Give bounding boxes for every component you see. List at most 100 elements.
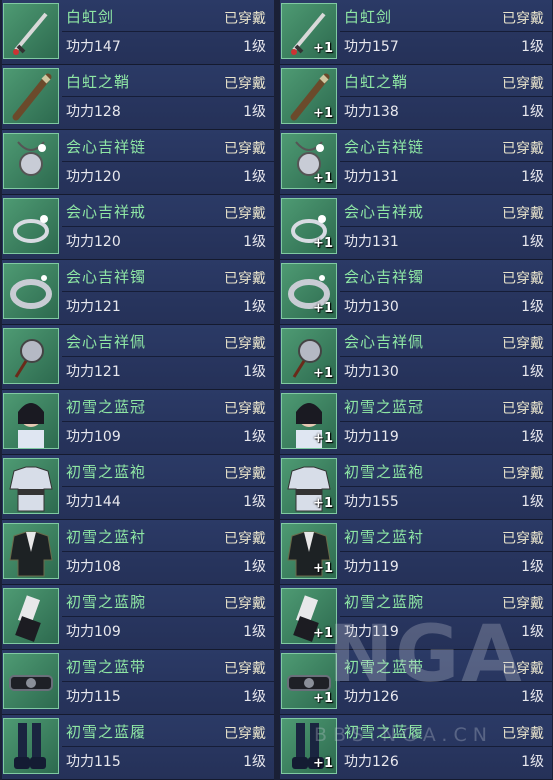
- bracelet-icon[interactable]: +1: [281, 263, 337, 319]
- item-name: 白虹之鞘: [344, 73, 409, 91]
- equipment-row[interactable]: +1 会心吉祥戒 已穿戴 功力131 1级: [280, 195, 552, 260]
- item-level: 1级: [243, 234, 266, 250]
- item-name: 会心吉祥戒: [344, 203, 425, 221]
- equipment-row[interactable]: +1 白虹之鞘 已穿戴 功力138 1级: [280, 65, 552, 130]
- upgrade-badge: +1: [313, 171, 333, 186]
- equipped-status: 已穿戴: [224, 596, 266, 612]
- power-value: 功力115: [66, 689, 121, 705]
- row-divider: [62, 486, 274, 487]
- item-name: 初雪之蓝袍: [66, 463, 147, 481]
- equipment-row[interactable]: 初雪之蓝履 已穿戴 功力115 1级: [2, 715, 274, 780]
- equipment-row[interactable]: 初雪之蓝衬 已穿戴 功力108 1级: [2, 520, 274, 585]
- row-divider: [62, 616, 274, 617]
- belt-icon[interactable]: [3, 653, 59, 709]
- upgrade-badge: +1: [313, 106, 333, 121]
- power-value: 功力147: [66, 39, 121, 55]
- shirt-icon[interactable]: [3, 523, 59, 579]
- scabbard-icon[interactable]: +1: [281, 68, 337, 124]
- item-level: 1级: [243, 494, 266, 510]
- power-value: 功力119: [344, 429, 399, 445]
- item-level: 1级: [521, 169, 544, 185]
- item-name: 初雪之蓝冠: [344, 398, 425, 416]
- equipped-status: 已穿戴: [502, 206, 544, 222]
- item-level: 1级: [243, 689, 266, 705]
- equipment-row[interactable]: +1 初雪之蓝冠 已穿戴 功力119 1级: [280, 390, 552, 455]
- row-divider: [62, 96, 274, 97]
- equipped-status: 已穿戴: [502, 531, 544, 547]
- item-name: 会心吉祥镯: [66, 268, 147, 286]
- equipped-status: 已穿戴: [224, 76, 266, 92]
- necklace-icon[interactable]: +1: [281, 133, 337, 189]
- item-level: 1级: [521, 234, 544, 250]
- row-divider: [340, 746, 552, 747]
- row-divider: [62, 681, 274, 682]
- power-value: 功力157: [344, 39, 399, 55]
- item-name: 初雪之蓝腕: [66, 593, 147, 611]
- sword-icon[interactable]: +1: [281, 3, 337, 59]
- item-level: 1级: [521, 689, 544, 705]
- item-name: 白虹剑: [66, 8, 115, 26]
- bracelet-icon[interactable]: [3, 263, 59, 319]
- row-divider: [340, 226, 552, 227]
- equipment-row[interactable]: 白虹剑 已穿戴 功力147 1级: [2, 0, 274, 65]
- equipment-row[interactable]: 白虹之鞘 已穿戴 功力128 1级: [2, 65, 274, 130]
- equipment-row[interactable]: 初雪之蓝腕 已穿戴 功力109 1级: [2, 585, 274, 650]
- necklace-icon[interactable]: [3, 133, 59, 189]
- equipped-status: 已穿戴: [224, 466, 266, 482]
- power-value: 功力120: [66, 234, 121, 250]
- upgrade-badge: +1: [313, 301, 333, 316]
- equipped-status: 已穿戴: [502, 271, 544, 287]
- robe-icon[interactable]: +1: [281, 458, 337, 514]
- item-level: 1级: [243, 104, 266, 120]
- item-name: 初雪之蓝袍: [344, 463, 425, 481]
- pendant-icon[interactable]: +1: [281, 328, 337, 384]
- pendant-icon[interactable]: [3, 328, 59, 384]
- equipment-row[interactable]: +1 初雪之蓝衬 已穿戴 功力119 1级: [280, 520, 552, 585]
- equipment-row[interactable]: 会心吉祥戒 已穿戴 功力120 1级: [2, 195, 274, 260]
- row-divider: [62, 31, 274, 32]
- equipped-status: 已穿戴: [502, 401, 544, 417]
- equipment-row[interactable]: 初雪之蓝冠 已穿戴 功力109 1级: [2, 390, 274, 455]
- equipment-row[interactable]: 会心吉祥链 已穿戴 功力120 1级: [2, 130, 274, 195]
- crown-icon[interactable]: +1: [281, 393, 337, 449]
- sword-icon[interactable]: [3, 3, 59, 59]
- boots-icon[interactable]: [3, 718, 59, 774]
- scabbard-icon[interactable]: [3, 68, 59, 124]
- item-level: 1级: [243, 559, 266, 575]
- equipment-row[interactable]: 初雪之蓝袍 已穿戴 功力144 1级: [2, 455, 274, 520]
- item-name: 会心吉祥镯: [344, 268, 425, 286]
- watermark-site: BBS.NGA.CN: [314, 724, 493, 746]
- power-value: 功力155: [344, 494, 399, 510]
- row-divider: [340, 161, 552, 162]
- equipment-row[interactable]: +1 初雪之蓝袍 已穿戴 功力155 1级: [280, 455, 552, 520]
- item-name: 会心吉祥链: [344, 138, 425, 156]
- row-divider: [62, 421, 274, 422]
- item-name: 初雪之蓝衬: [344, 528, 425, 546]
- equipment-row[interactable]: 会心吉祥镯 已穿戴 功力121 1级: [2, 260, 274, 325]
- bracer-icon[interactable]: [3, 588, 59, 644]
- row-divider: [62, 356, 274, 357]
- equipment-row[interactable]: 会心吉祥佩 已穿戴 功力121 1级: [2, 325, 274, 390]
- equipment-row[interactable]: +1 会心吉祥链 已穿戴 功力131 1级: [280, 130, 552, 195]
- ring-icon[interactable]: +1: [281, 198, 337, 254]
- item-name: 会心吉祥佩: [344, 333, 425, 351]
- equipment-row[interactable]: 初雪之蓝带 已穿戴 功力115 1级: [2, 650, 274, 715]
- item-name: 会心吉祥戒: [66, 203, 147, 221]
- equipment-row[interactable]: +1 白虹剑 已穿戴 功力157 1级: [280, 0, 552, 65]
- power-value: 功力130: [344, 299, 399, 315]
- equipment-row[interactable]: +1 会心吉祥佩 已穿戴 功力130 1级: [280, 325, 552, 390]
- item-level: 1级: [243, 624, 266, 640]
- row-divider: [62, 161, 274, 162]
- item-name: 白虹剑: [344, 8, 393, 26]
- item-name: 初雪之蓝履: [66, 723, 147, 741]
- crown-icon[interactable]: [3, 393, 59, 449]
- equipment-list-left: 白虹剑 已穿戴 功力147 1级 白虹之鞘 已穿戴 功力128 1级 会心吉祥链 已穿戴 功力120…: [2, 0, 274, 780]
- ring-icon[interactable]: [3, 198, 59, 254]
- upgrade-badge: +1: [313, 756, 333, 771]
- item-level: 1级: [243, 39, 266, 55]
- equipped-status: 已穿戴: [224, 336, 266, 352]
- robe-icon[interactable]: [3, 458, 59, 514]
- equipment-row[interactable]: +1 会心吉祥镯 已穿戴 功力130 1级: [280, 260, 552, 325]
- equipped-status: 已穿戴: [502, 466, 544, 482]
- shirt-icon[interactable]: +1: [281, 523, 337, 579]
